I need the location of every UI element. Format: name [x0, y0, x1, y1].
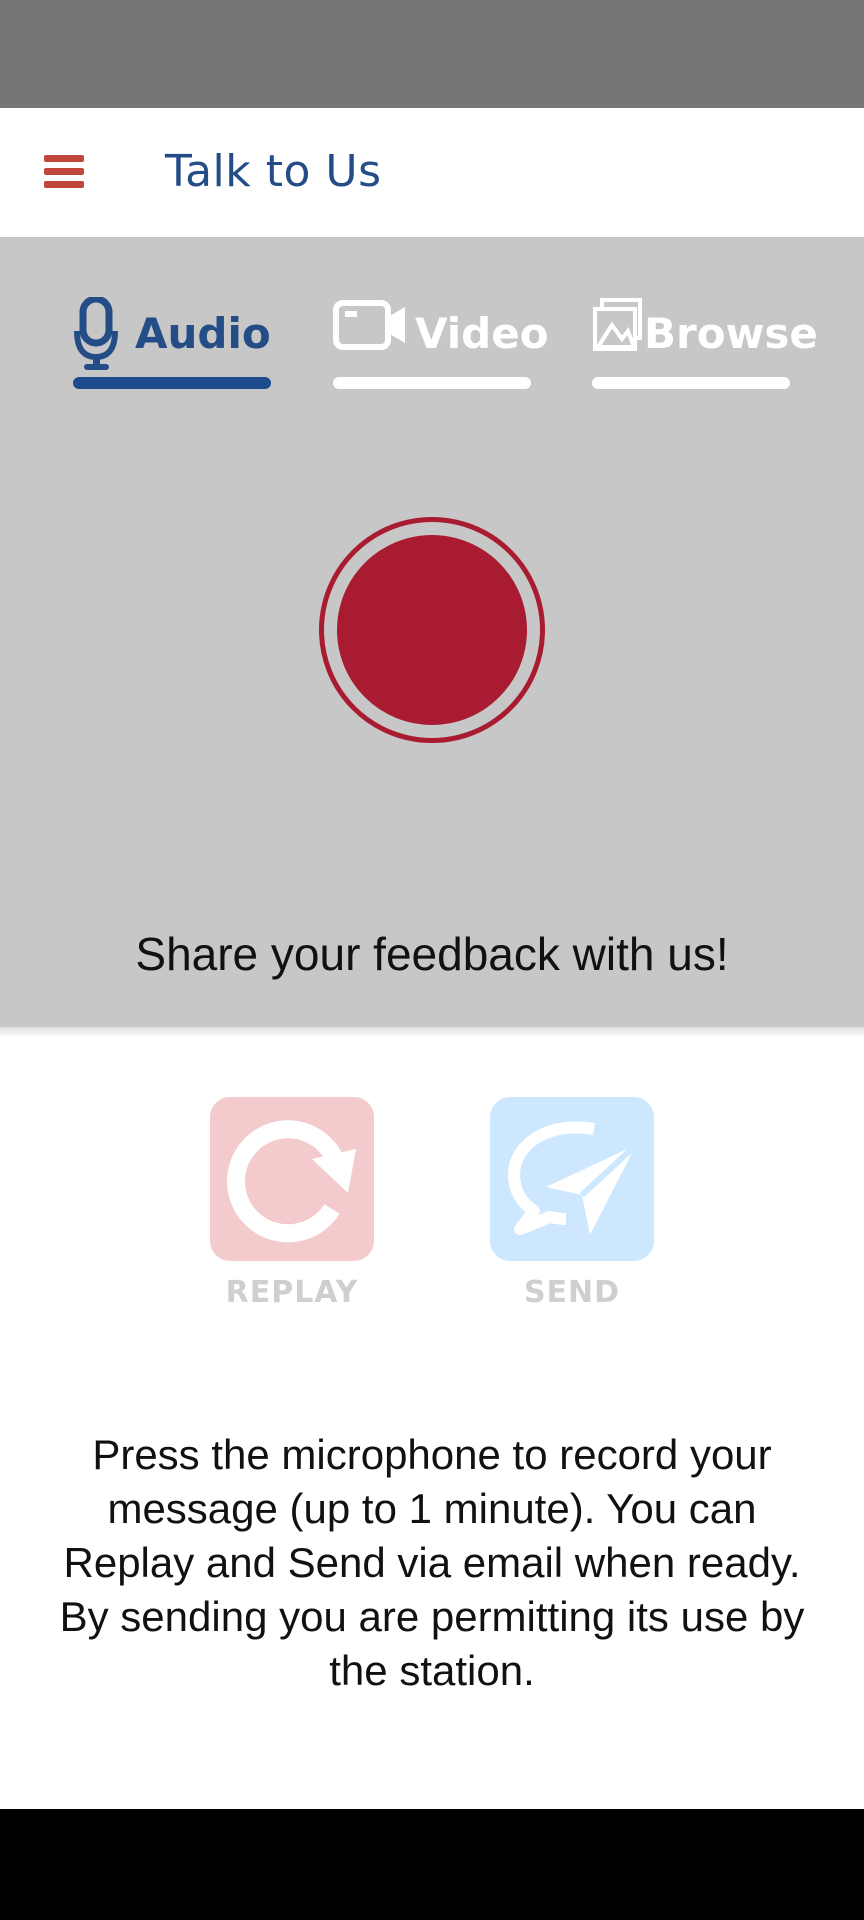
tab-audio-indicator [73, 377, 271, 389]
replay-tile [210, 1097, 374, 1261]
tab-video-indicator [333, 377, 531, 389]
send-icon [508, 1121, 639, 1235]
page-title: Talk to Us [165, 146, 382, 197]
record-panel: Audio Video Browse Share your feedback w… [0, 237, 864, 1027]
tab-audio[interactable]: Audio [73, 297, 271, 389]
gallery-icon [593, 298, 642, 351]
status-bar [0, 0, 864, 108]
send-label: SEND [523, 1275, 621, 1310]
screen: Talk to Us Audio Video Browse Share your… [0, 0, 864, 1920]
tab-video[interactable]: Video [333, 297, 549, 389]
instructions-text: Press the microphone to record your mess… [59, 1431, 805, 1694]
replay-button[interactable]: REPLAY [210, 1097, 374, 1310]
menu-icon[interactable] [40, 152, 86, 192]
microphone-icon [74, 297, 118, 370]
send-tile [490, 1097, 654, 1261]
record-dot [337, 535, 527, 725]
tab-browse-indicator [592, 377, 790, 389]
replay-label: REPLAY [225, 1275, 359, 1310]
tab-video-label: Video [415, 309, 549, 358]
tab-browse[interactable]: Browse [592, 297, 818, 389]
tab-browse-label: Browse [644, 309, 818, 358]
feedback-prompt: Share your feedback with us! [135, 928, 729, 980]
navigation-bar [0, 1809, 864, 1920]
tab-audio-label: Audio [135, 309, 271, 358]
send-button[interactable]: SEND [490, 1097, 654, 1310]
video-camera-icon [333, 300, 405, 350]
replay-icon [227, 1120, 356, 1243]
app-bar: Talk to Us [0, 108, 864, 237]
record-button[interactable] [319, 517, 545, 743]
panel-shadow [0, 1027, 864, 1037]
